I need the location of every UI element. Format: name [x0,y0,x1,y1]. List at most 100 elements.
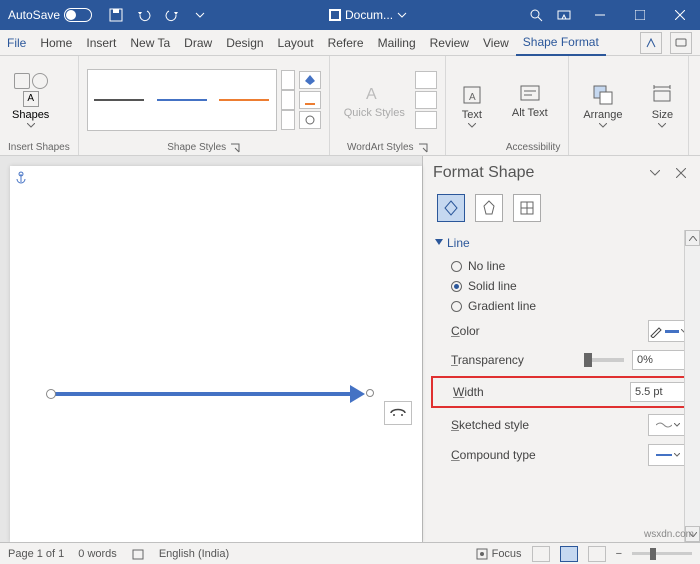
zoom-slider[interactable] [632,552,692,555]
web-layout-button[interactable] [588,546,606,562]
section-line-header[interactable]: Line [431,230,692,256]
gallery-down-icon[interactable] [281,90,295,110]
minimize-button[interactable] [580,0,620,30]
close-button[interactable] [660,0,700,30]
arrow-line [50,392,350,396]
focus-icon [476,548,488,560]
word-doc-icon [329,9,341,21]
share-button[interactable] [640,32,662,54]
pane-tab-effects[interactable] [475,194,503,222]
tab-design[interactable]: Design [219,30,270,56]
search-icon[interactable] [528,7,544,23]
transparency-slider[interactable] [584,358,624,362]
save-icon[interactable] [108,7,124,23]
tab-review[interactable]: Review [423,30,476,56]
tab-insert[interactable]: Insert [79,30,123,56]
tab-newtab[interactable]: New Ta [123,30,177,56]
group-label-accessibility: Accessibility [506,140,560,153]
text-outline-button[interactable] [415,91,437,109]
status-proofing-icon[interactable] [131,547,145,561]
qat-dropdown-icon[interactable] [192,7,208,23]
redo-icon[interactable] [164,7,180,23]
undo-icon[interactable] [136,7,152,23]
group-text: A Text [446,56,498,155]
chevron-down-icon [468,123,476,128]
focus-mode-button[interactable]: Focus [476,548,522,560]
group-arrange: Arrange [569,56,636,155]
ribbon-options-icon[interactable] [556,7,572,23]
compound-dropdown[interactable] [648,444,688,466]
tab-mailings[interactable]: Mailing [371,30,423,56]
size-button[interactable]: Size [644,81,680,130]
chevron-down-icon[interactable] [397,10,407,20]
shape-outline-button[interactable] [299,91,321,109]
layout-options-button[interactable] [384,401,412,425]
ribbon-tabs: File Home Insert New Ta Draw Design Layo… [0,30,700,56]
shapes-dropdown[interactable]: A Shapes [8,69,53,132]
gallery-more-icon[interactable] [281,110,295,130]
text-fill-button[interactable] [415,71,437,89]
toggle-off-icon [64,8,92,22]
circle-shape-icon [32,73,48,89]
sketched-dropdown[interactable] [648,414,688,436]
arrange-button[interactable]: Arrange [577,81,628,130]
print-layout-button[interactable] [560,546,578,562]
tab-shape-format[interactable]: Shape Format [516,30,606,56]
status-words[interactable]: 0 words [78,548,117,560]
zoom-out-button[interactable]: − [616,548,622,560]
workspace: Format Shape Line No line Solid line [0,156,700,542]
shape-fill-button[interactable] [299,71,321,89]
radio-solid-line[interactable]: Solid line [431,276,692,296]
group-shape-styles: Shape Styles [79,56,330,155]
autosave-toggle[interactable]: AutoSave [0,8,100,22]
radio-no-line[interactable]: No line [431,256,692,276]
dialog-launcher-icon[interactable] [230,143,240,153]
arrow-shape-selected[interactable] [50,392,350,396]
ribbon-content: A Shapes Insert Shapes [0,56,700,156]
color-picker-button[interactable] [648,320,688,342]
tab-draw[interactable]: Draw [177,30,219,56]
tab-file[interactable]: File [0,30,33,56]
pane-scrollbar[interactable] [684,230,700,542]
prop-compound: Compound type [431,440,692,470]
gallery-scroll[interactable] [281,70,295,130]
pane-dropdown-icon[interactable] [646,164,664,182]
window-controls [580,0,700,30]
quick-styles-button[interactable]: A Quick Styles [338,79,411,121]
tab-home[interactable]: Home [33,30,79,56]
text-effects-button[interactable] [415,111,437,129]
chevron-down-icon [674,423,680,427]
alt-text-button[interactable]: Alt Text [506,79,554,121]
tab-references[interactable]: Refere [321,30,371,56]
status-language[interactable]: English (India) [159,548,229,560]
shape-handle[interactable] [366,389,374,397]
document-canvas[interactable] [10,166,422,542]
pane-tab-layout[interactable] [513,194,541,222]
collapse-icon [435,239,443,247]
dialog-launcher-icon[interactable] [418,143,428,153]
title-bar: AutoSave Docum... [0,0,700,30]
text-button[interactable]: A Text [454,81,490,130]
tab-layout[interactable]: Layout [271,30,321,56]
shape-style-gallery[interactable] [87,69,277,131]
width-input[interactable]: 5.5 pt [630,382,686,402]
group-wordart-styles: A Quick Styles WordArt Styles [330,56,446,155]
shape-effects-button[interactable] [299,111,321,129]
scroll-up-icon[interactable] [685,230,700,246]
color-swatch [665,330,679,333]
chevron-down-icon [599,123,607,128]
transparency-input[interactable]: 0% [632,350,688,370]
status-page[interactable]: Page 1 of 1 [8,548,64,560]
style-sample-2 [157,99,207,101]
prop-transparency: Transparency 0% [431,346,692,374]
pane-tab-fill-line[interactable] [437,194,465,222]
read-mode-button[interactable] [532,546,550,562]
format-shape-pane: Format Shape Line No line Solid line [422,156,700,542]
tab-view[interactable]: View [476,30,516,56]
radio-gradient-line[interactable]: Gradient line [431,296,692,316]
maximize-button[interactable] [620,0,660,30]
pane-close-icon[interactable] [672,164,690,182]
comments-button[interactable] [670,32,692,54]
gallery-up-icon[interactable] [281,70,295,90]
radio-icon [451,301,462,312]
